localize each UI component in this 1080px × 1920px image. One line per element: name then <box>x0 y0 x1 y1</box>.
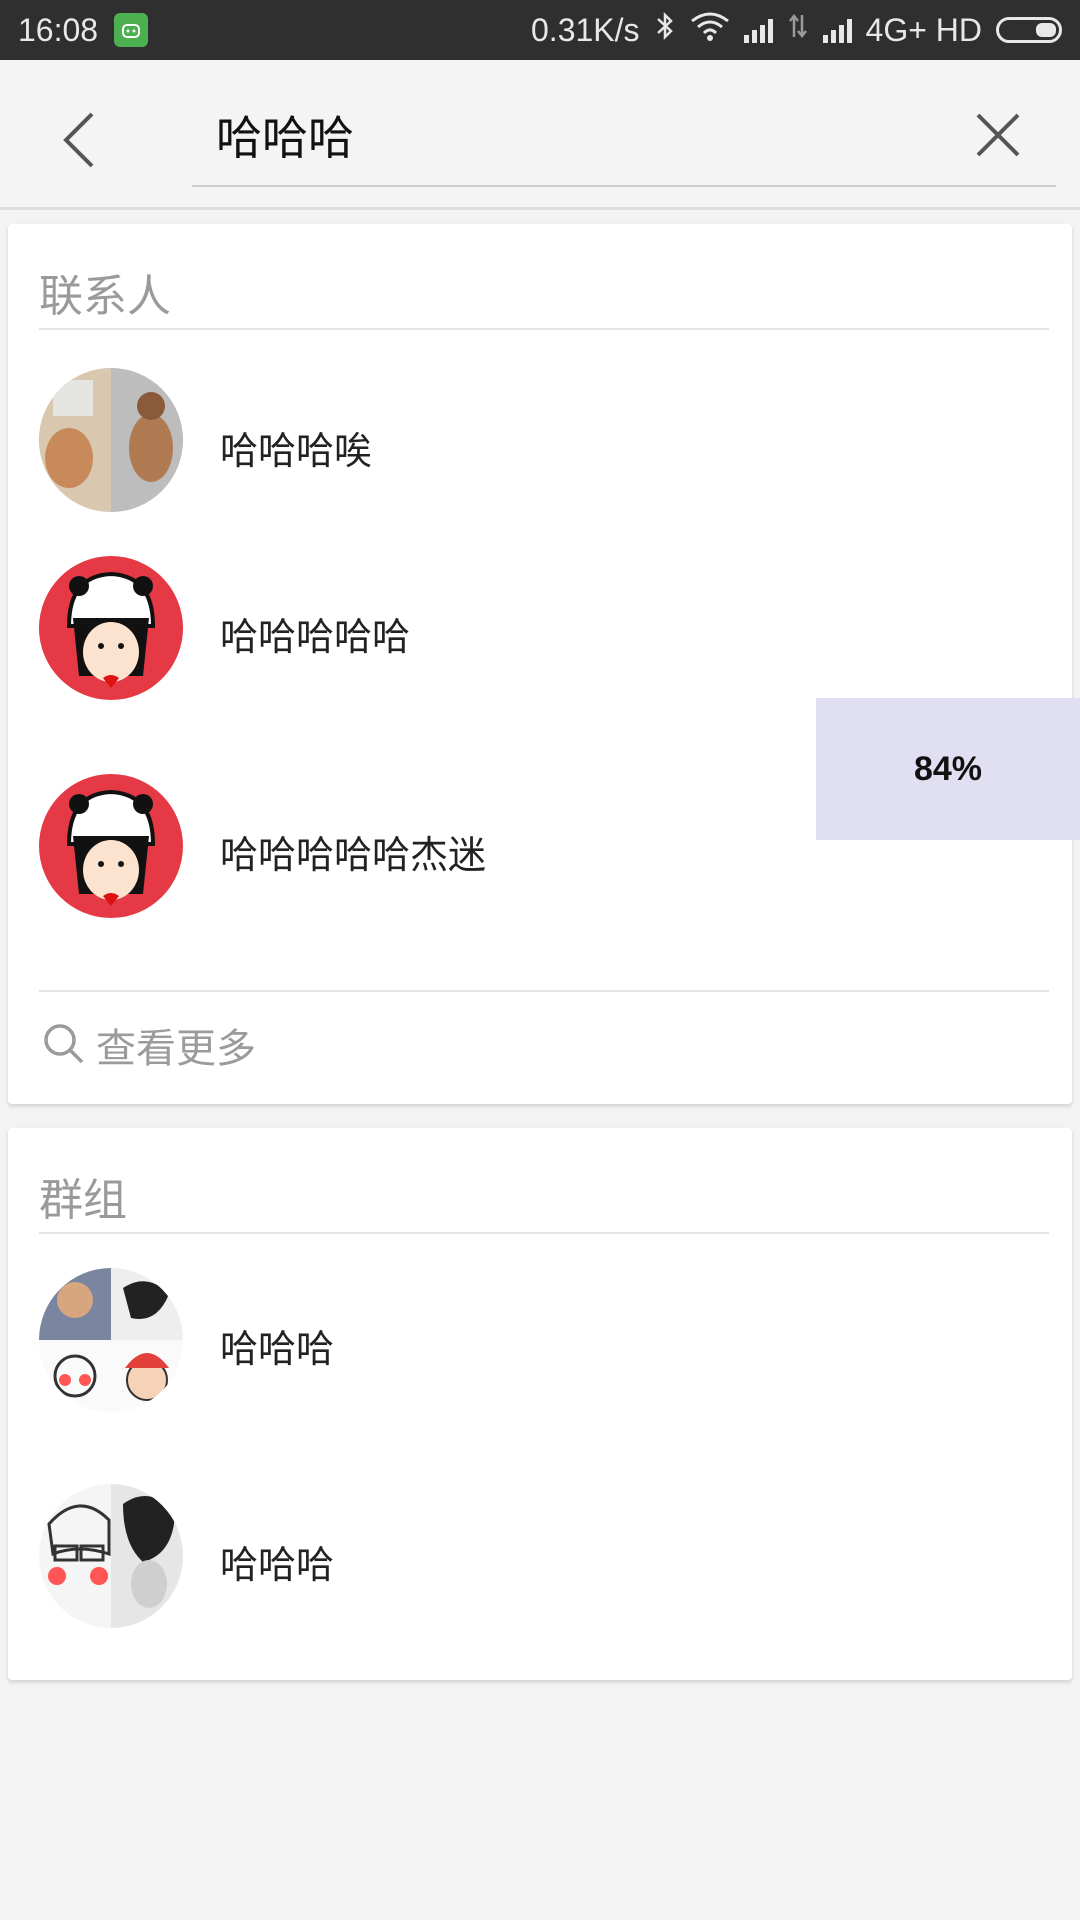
status-time: 16:08 <box>18 11 99 48</box>
search-header: 哈哈哈 <box>0 60 1080 210</box>
group-name: 哈哈哈 <box>220 1543 335 1587</box>
divider <box>39 328 1049 330</box>
avatar <box>39 1268 183 1412</box>
see-more-label: 查看更多 <box>96 1026 256 1072</box>
avatar <box>39 1484 183 1628</box>
progress-label: 84% <box>913 749 983 788</box>
avatar <box>39 556 183 700</box>
divider <box>39 1232 1049 1234</box>
signal-icon <box>822 17 852 43</box>
group-row[interactable]: 哈哈哈 <box>8 1268 1072 1468</box>
divider <box>39 990 1049 992</box>
section-title-groups: 群组 <box>39 1175 127 1226</box>
close-icon <box>976 113 1020 157</box>
contact-name: 哈哈哈唉 <box>220 429 373 473</box>
contact-row[interactable]: 哈哈哈唉 <box>8 340 1072 540</box>
android-app-icon <box>114 13 149 47</box>
group-name: 哈哈哈 <box>220 1327 335 1371</box>
network-type: 4G+ HD <box>865 11 982 48</box>
net-speed: 0.31K/s <box>531 11 640 48</box>
signal-icon <box>743 17 773 43</box>
groups-section: 群组 哈哈哈 哈哈哈 <box>8 1128 1072 1680</box>
section-title-contacts: 联系人 <box>39 271 171 322</box>
chevron-left-icon <box>63 112 94 168</box>
data-arrows-icon <box>787 11 809 49</box>
clear-search-button[interactable] <box>968 105 1028 165</box>
avatar <box>39 368 183 512</box>
see-more-button[interactable]: 查看更多 <box>8 994 1072 1094</box>
contact-name: 哈哈哈哈哈杰迷 <box>220 833 487 877</box>
wifi-icon <box>690 11 730 49</box>
search-underline <box>192 185 1056 187</box>
progress-indicator: 84% <box>816 698 1080 840</box>
contact-name: 哈哈哈哈哈 <box>220 615 411 659</box>
status-bar: 16:08 0.31K/s 4G+ HD <box>0 0 1080 60</box>
bluetooth-icon <box>654 11 676 49</box>
search-icon <box>44 1024 84 1064</box>
avatar <box>39 774 183 918</box>
contacts-section: 联系人 哈哈哈唉 哈哈哈哈哈 哈哈哈哈哈杰迷 查看更多 <box>8 224 1072 1104</box>
back-button[interactable] <box>50 100 110 180</box>
battery-icon <box>996 17 1062 43</box>
search-input[interactable]: 哈哈哈 <box>216 102 354 168</box>
group-row[interactable]: 哈哈哈 <box>8 1484 1072 1684</box>
